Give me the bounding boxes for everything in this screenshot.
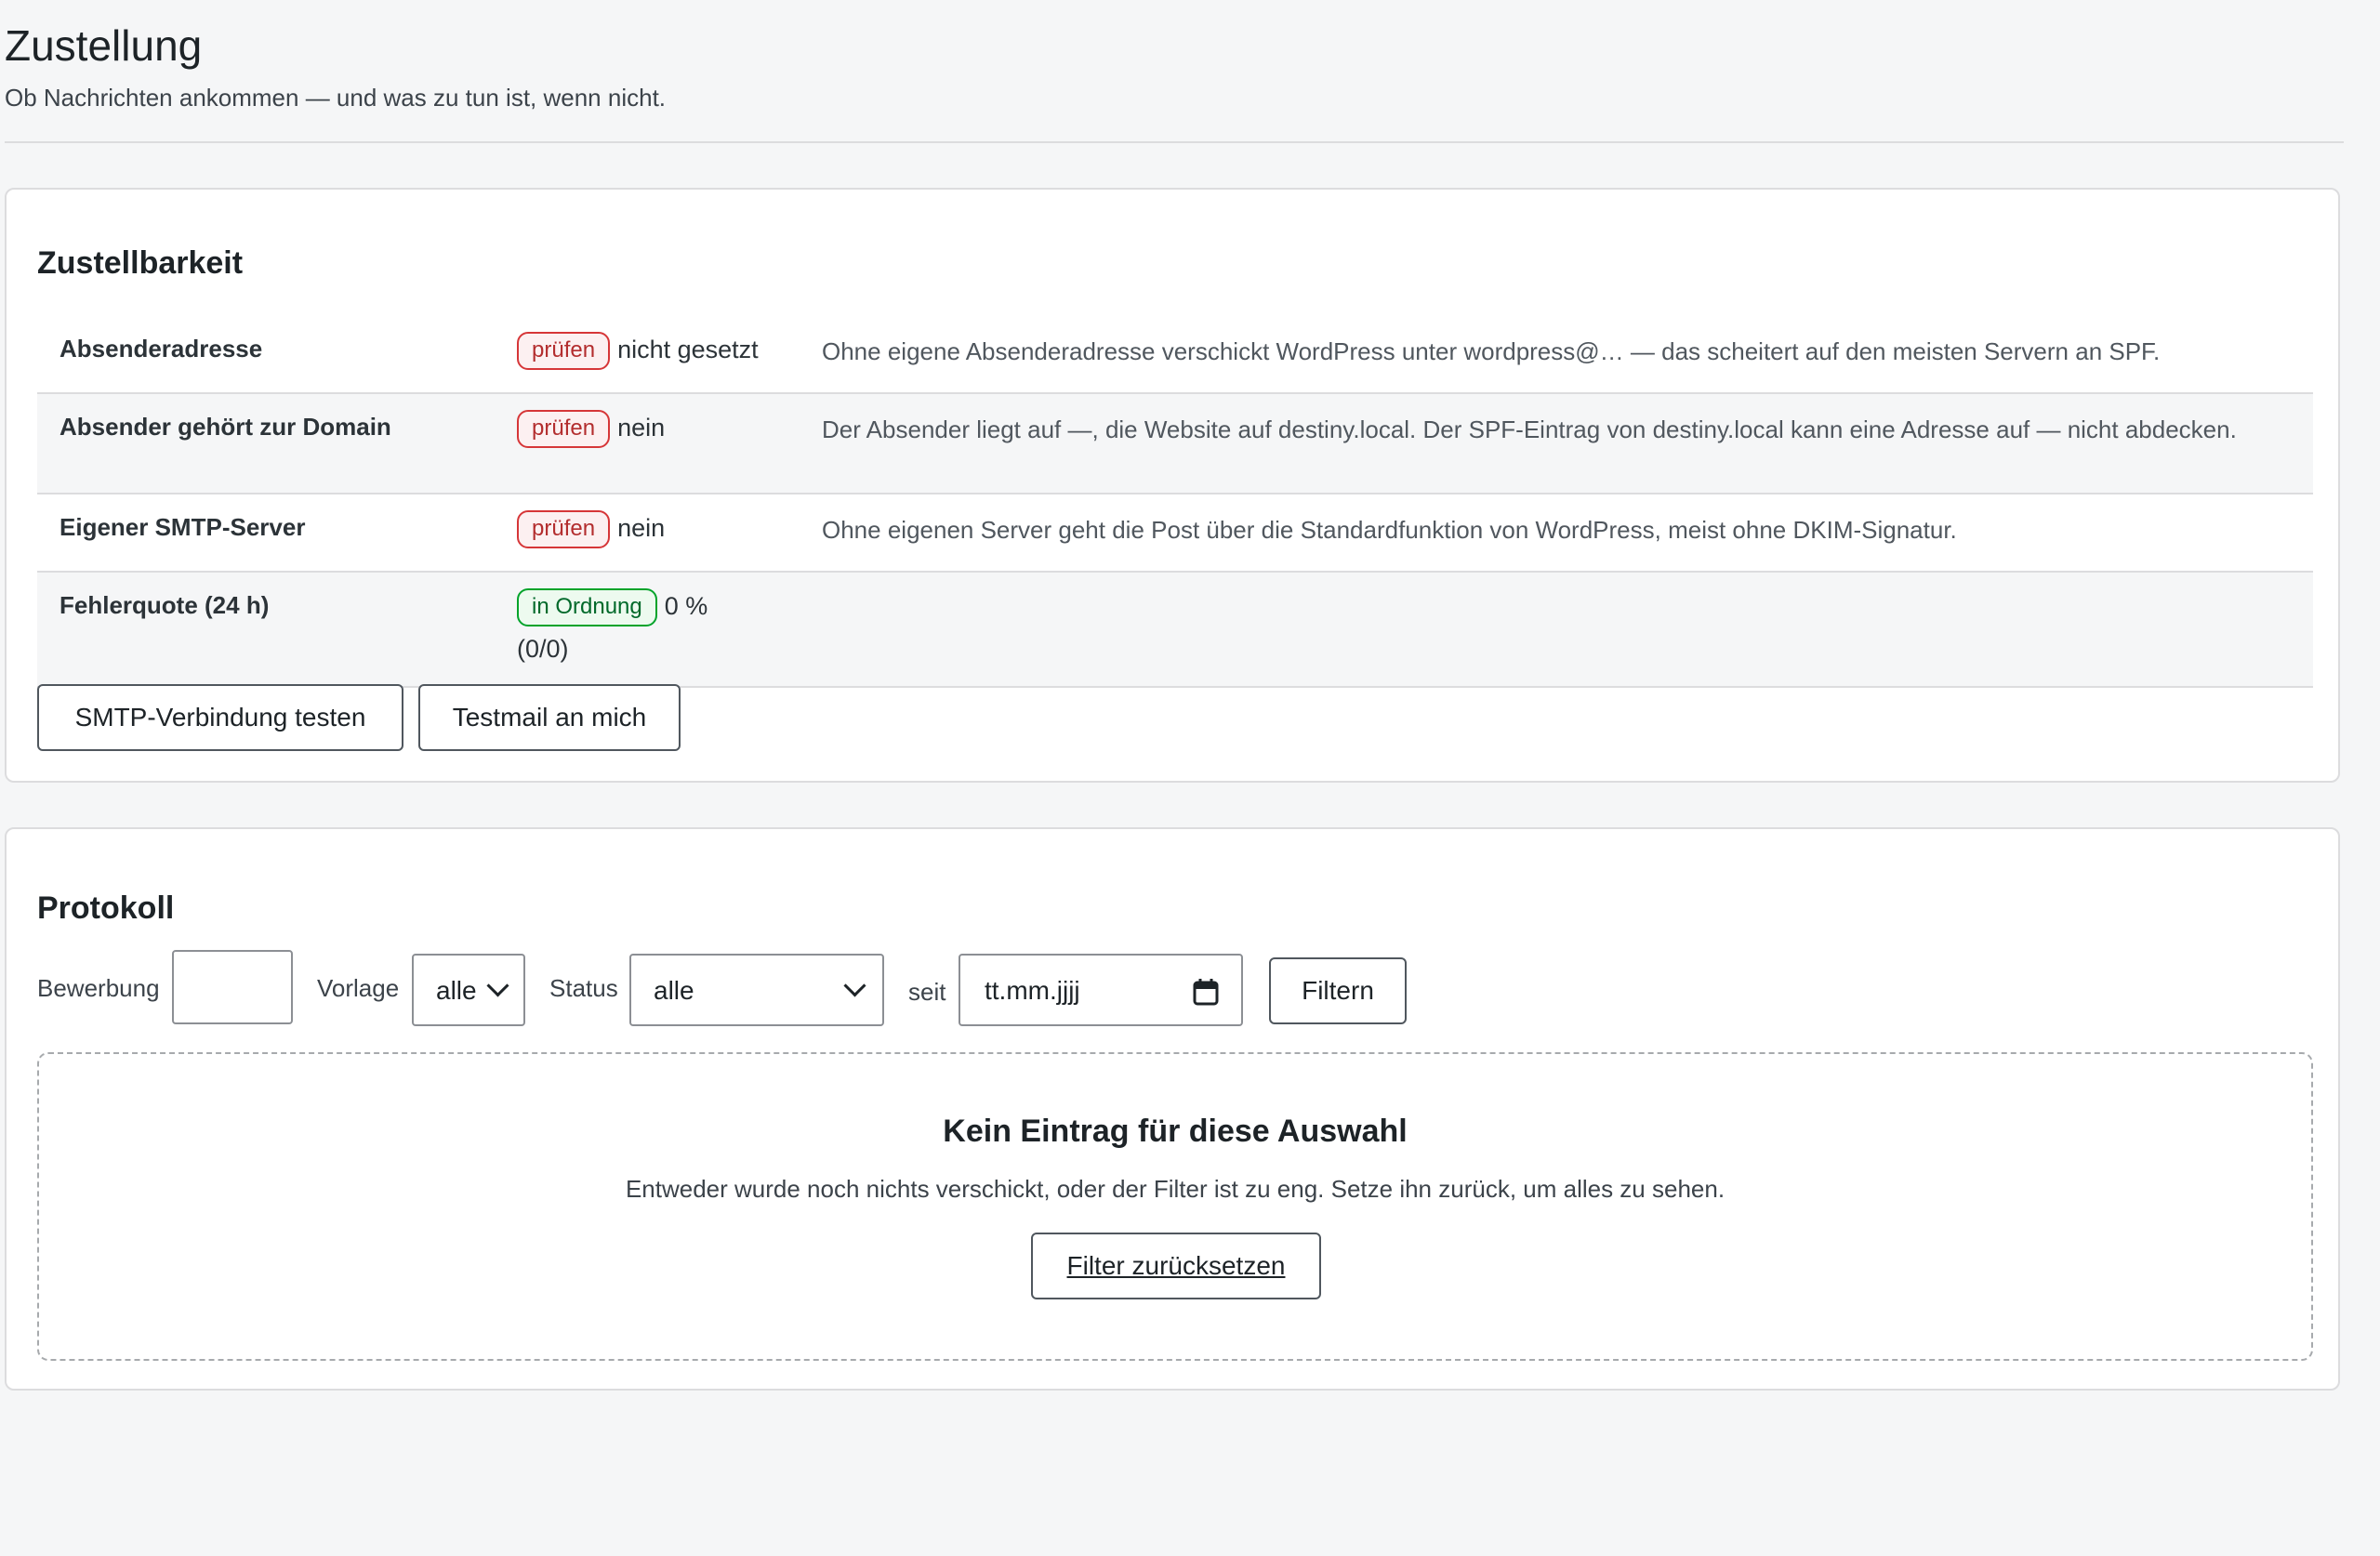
page: Zustellung Ob Nachrichten ankommen — und… xyxy=(0,0,2380,1556)
log-card: Protokoll Bewerbung Vorlage alle Status … xyxy=(5,827,2340,1391)
application-input[interactable] xyxy=(172,950,293,1024)
status-badge: in Ordnung xyxy=(517,588,657,627)
check-label: Absenderadresse xyxy=(60,335,263,363)
check-row-smtp-server: Eigener SMTP-Server prüfen nein Ohne eige… xyxy=(37,494,2313,573)
empty-state: Kein Eintrag für diese Auswahl Entweder … xyxy=(37,1052,2313,1361)
testmail-button[interactable]: Testmail an mich xyxy=(418,684,681,751)
check-value: nein xyxy=(617,514,666,542)
check-label: Eigener SMTP-Server xyxy=(60,513,306,541)
status-badge: prüfen xyxy=(517,332,611,371)
status-badge: prüfen xyxy=(517,410,611,449)
template-select-value: alle xyxy=(436,976,477,1005)
check-note: Ohne eigene Absenderadresse verschickt W… xyxy=(822,337,2161,365)
empty-state-text: Entweder wurde noch nichts verschickt, o… xyxy=(625,1175,1726,1203)
since-date-input[interactable]: tt.mm.jjjj xyxy=(959,954,1243,1026)
check-row-sender-address: Absenderadresse prüfen nicht gesetzt Ohne… xyxy=(37,316,2313,394)
log-title: Protokoll xyxy=(37,890,175,926)
check-label: Absender gehört zur Domain xyxy=(60,413,391,441)
empty-state-title: Kein Eintrag für diese Auswahl xyxy=(943,1114,1408,1149)
check-status: in Ordnung 0 % (0/0) xyxy=(517,586,796,671)
check-value-detail: (0/0) xyxy=(517,634,569,663)
check-status: prüfen nein xyxy=(517,508,796,550)
check-note: Ohne eigenen Server geht die Post über d… xyxy=(822,516,1957,544)
deliverability-card: Zustellbarkeit Absenderadresse prüfen nic… xyxy=(5,188,2340,783)
status-badge: prüfen xyxy=(517,510,611,549)
calendar-icon[interactable] xyxy=(1193,978,1219,1006)
check-status: prüfen nein xyxy=(517,407,796,450)
check-note: Der Absender liegt auf —, die Website au… xyxy=(822,415,2237,443)
chevron-down-icon xyxy=(486,974,509,997)
check-label: Fehlerquote (24 h) xyxy=(60,591,270,619)
since-label: seit xyxy=(908,978,946,1006)
smtp-test-button[interactable]: SMTP-Verbindung testen xyxy=(37,684,403,751)
page-subtitle: Ob Nachrichten ankommen — und was zu tun… xyxy=(5,84,667,112)
check-row-sender-domain: Absender gehört zur Domain prüfen nein De… xyxy=(37,394,2313,494)
status-select-value: alle xyxy=(654,976,694,1005)
divider xyxy=(5,141,2344,143)
application-label: Bewerbung xyxy=(37,974,160,1002)
since-date-placeholder: tt.mm.jjjj xyxy=(985,976,1080,1005)
check-value: 0 % xyxy=(664,592,708,620)
deliverability-title: Zustellbarkeit xyxy=(37,245,244,281)
check-value: nicht gesetzt xyxy=(617,336,759,363)
template-select[interactable]: alle xyxy=(412,954,525,1026)
status-label: Status xyxy=(549,974,618,1002)
status-select[interactable]: alle xyxy=(629,954,884,1026)
check-value: nein xyxy=(617,414,666,442)
chevron-down-icon xyxy=(843,974,866,997)
template-label: Vorlage xyxy=(317,974,400,1002)
reset-filter-button[interactable]: Filter zurücksetzen xyxy=(1031,1233,1321,1299)
check-row-error-rate: Fehlerquote (24 h) in Ordnung 0 % (0/0) xyxy=(37,573,2313,688)
page-title: Zustellung xyxy=(5,21,203,70)
filter-button[interactable]: Filtern xyxy=(1269,957,1407,1024)
check-status: prüfen nicht gesetzt xyxy=(517,329,796,372)
